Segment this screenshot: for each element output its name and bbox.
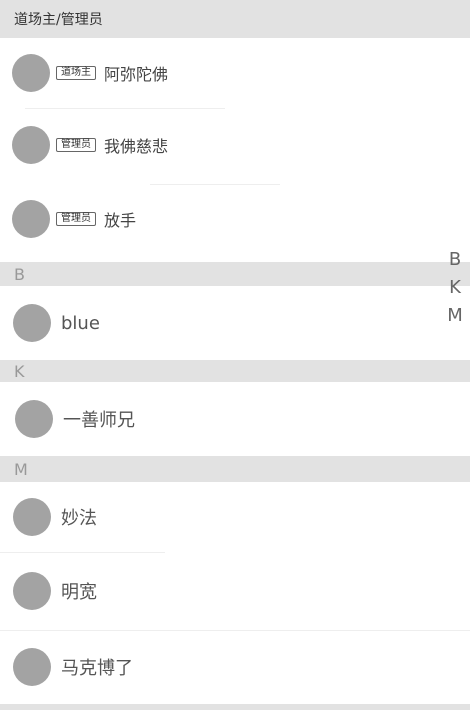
avatar bbox=[13, 572, 51, 610]
index-letter-b[interactable]: B bbox=[449, 246, 461, 274]
alphabet-index[interactable]: B K M bbox=[440, 246, 470, 330]
section-header-letter: M bbox=[0, 456, 470, 482]
section-title: 道场主/管理员 bbox=[14, 12, 103, 28]
role-badge-admin: 管理员 bbox=[56, 138, 96, 152]
avatar bbox=[12, 200, 50, 238]
row-divider bbox=[0, 552, 165, 553]
index-letter-m[interactable]: M bbox=[447, 302, 463, 330]
member-name: 妙法 bbox=[61, 508, 97, 529]
member-row[interactable]: 管理员 放手 bbox=[0, 184, 470, 254]
role-badge-owner: 道场主 bbox=[56, 66, 96, 80]
avatar bbox=[15, 400, 53, 438]
member-name: blue bbox=[61, 312, 100, 334]
member-name: 马克博了 bbox=[61, 658, 133, 679]
member-name: 我佛慈悲 bbox=[104, 137, 169, 156]
member-name: 放手 bbox=[104, 211, 137, 230]
section-header-letter: K bbox=[0, 360, 470, 382]
role-badge-admin: 管理员 bbox=[56, 212, 96, 226]
avatar bbox=[12, 126, 50, 164]
member-row[interactable]: 管理员 我佛慈悲 bbox=[0, 110, 470, 180]
member-row[interactable]: 马克博了 bbox=[0, 632, 470, 702]
member-row[interactable]: 一善师兄 bbox=[0, 382, 470, 456]
bottom-divider bbox=[0, 704, 470, 710]
row-divider bbox=[25, 108, 225, 109]
index-letter-k[interactable]: K bbox=[449, 274, 461, 302]
member-row[interactable]: 道场主 阿弥陀佛 bbox=[0, 38, 470, 108]
section-header-admins: 道场主/管理员 bbox=[0, 0, 470, 38]
section-letter: B bbox=[14, 264, 25, 284]
section-letter: K bbox=[14, 361, 25, 381]
row-divider bbox=[0, 630, 470, 631]
member-name: 阿弥陀佛 bbox=[104, 65, 169, 84]
section-header-letter: B bbox=[0, 262, 470, 286]
member-row[interactable]: 妙法 bbox=[0, 482, 470, 552]
avatar bbox=[13, 304, 51, 342]
member-row[interactable]: blue bbox=[0, 286, 470, 360]
section-letter: M bbox=[14, 459, 28, 479]
member-row[interactable]: 明宽 bbox=[0, 554, 470, 628]
avatar bbox=[13, 498, 51, 536]
member-name: 一善师兄 bbox=[63, 410, 135, 431]
member-name: 明宽 bbox=[61, 582, 97, 603]
avatar bbox=[13, 648, 51, 686]
avatar bbox=[12, 54, 50, 92]
